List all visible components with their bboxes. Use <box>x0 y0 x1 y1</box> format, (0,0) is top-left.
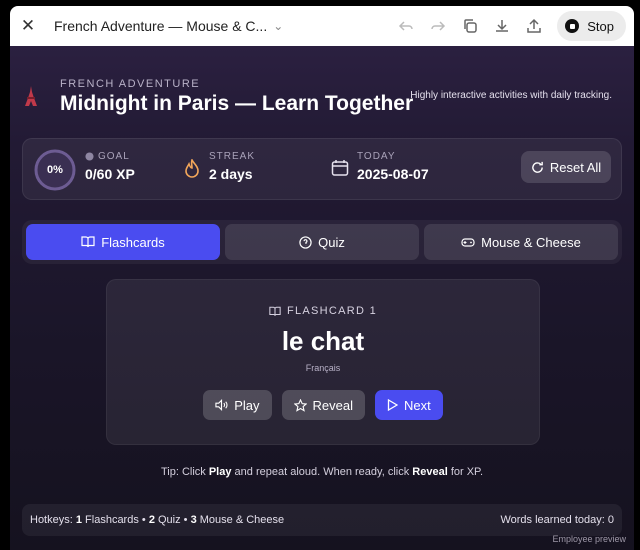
share-icon[interactable] <box>525 17 543 35</box>
refresh-icon <box>531 161 544 174</box>
progress-ring: 0% <box>33 148 77 192</box>
window-title[interactable]: French Adventure — Mouse & C... <box>54 18 267 34</box>
today-stat: TODAY 2025-08-07 <box>357 151 429 182</box>
activity-tabs: Flashcards Quiz Mouse & Cheese <box>22 220 622 264</box>
goal-label: GOAL <box>98 151 130 162</box>
app-container: FRENCH ADVENTURE Midnight in Paris — Lea… <box>10 46 634 550</box>
book-icon <box>269 306 281 317</box>
reveal-label: Reveal <box>312 397 354 413</box>
eiffel-tower-icon <box>25 86 37 106</box>
tab-label: Mouse & Cheese <box>481 234 581 250</box>
hotkeys-label: Hotkeys: <box>30 514 76 526</box>
speaker-icon <box>215 399 228 411</box>
words-learned: Words learned today: 0 <box>500 514 614 526</box>
progress-percent: 0% <box>47 164 63 176</box>
toolbar-tools: Stop <box>397 11 626 41</box>
streak-value: 2 days <box>209 166 253 182</box>
goal-stat: GOAL 0/60 XP <box>85 151 135 182</box>
tab-quiz[interactable]: Quiz <box>225 224 419 260</box>
streak-stat: STREAK 2 days <box>209 151 255 182</box>
play-triangle-icon <box>387 399 399 411</box>
copy-icon[interactable] <box>461 17 479 35</box>
calendar-icon <box>331 159 351 179</box>
tab-mouse-cheese[interactable]: Mouse & Cheese <box>424 224 618 260</box>
hero-kicker: FRENCH ADVENTURE <box>60 78 201 90</box>
play-label: Play <box>234 397 260 413</box>
flashcard-header: FLASHCARD 1 <box>107 305 539 317</box>
flashcard: FLASHCARD 1 le chat Français Play Reveal <box>106 279 540 445</box>
hero-tagline: Highly interactive activities with daily… <box>410 90 612 101</box>
stats-panel: 0% GOAL 0/60 XP STREAK 2 days TODAY 2025… <box>22 138 622 200</box>
window-toolbar: ✕ French Adventure — Mouse & C... ⌄ Stop <box>10 6 634 46</box>
tab-label: Flashcards <box>101 234 165 250</box>
page-title: Midnight in Paris — Learn Together <box>60 92 414 115</box>
today-label: TODAY <box>357 151 396 162</box>
goal-value: 0/60 XP <box>85 166 135 182</box>
stop-button[interactable]: Stop <box>557 11 626 41</box>
target-icon <box>85 152 94 161</box>
tip-suffix: for XP. <box>447 466 484 478</box>
flame-icon <box>183 159 203 179</box>
stop-label: Stop <box>587 18 614 34</box>
tip-prefix: Tip: Click <box>160 466 209 478</box>
play-button[interactable]: Play <box>203 390 272 420</box>
tip-text: Tip: Click Play and repeat aloud. When r… <box>10 466 634 478</box>
hotkey-3-text: Mouse & Cheese <box>196 514 285 526</box>
undo-icon[interactable] <box>397 17 415 35</box>
reveal-button[interactable]: Reveal <box>281 390 366 420</box>
flashcard-language: Français <box>305 363 341 373</box>
hero-header: FRENCH ADVENTURE Midnight in Paris — Lea… <box>22 74 622 124</box>
hotkeys-hint: Hotkeys: 1 Flashcards • 2 Quiz • 3 Mouse… <box>30 514 284 526</box>
tip-play: Play <box>208 466 232 478</box>
next-button[interactable]: Next <box>375 390 443 420</box>
download-icon[interactable] <box>493 17 511 35</box>
today-value: 2025-08-07 <box>357 166 429 182</box>
close-icon[interactable]: ✕ <box>10 16 46 36</box>
flashcard-word: le chat <box>281 326 365 356</box>
redo-icon[interactable] <box>429 17 447 35</box>
quiz-icon <box>299 235 312 249</box>
flashcard-number: FLASHCARD 1 <box>286 305 378 317</box>
tip-middle: and repeat aloud. When ready, click <box>231 466 413 478</box>
hotkey-1-text: Flashcards • <box>81 514 149 526</box>
gamepad-icon <box>461 237 475 248</box>
hotkey-2-text: Quiz • <box>154 514 191 526</box>
footer-bar: Hotkeys: 1 Flashcards • 2 Quiz • 3 Mouse… <box>22 504 622 536</box>
tab-label: Quiz <box>318 234 345 250</box>
book-icon <box>81 236 95 248</box>
stop-icon <box>565 19 580 33</box>
star-icon <box>293 398 307 412</box>
chevron-down-icon[interactable]: ⌄ <box>273 19 283 33</box>
next-label: Next <box>404 397 431 413</box>
reset-all-label: Reset All <box>549 159 602 175</box>
tip-reveal: Reveal <box>412 466 448 478</box>
employee-preview-watermark: Employee preview <box>552 534 626 544</box>
streak-label: STREAK <box>209 151 256 162</box>
flashcard-actions: Play Reveal Next <box>107 390 539 420</box>
reset-all-button[interactable]: Reset All <box>521 151 611 183</box>
tab-flashcards[interactable]: Flashcards <box>26 224 220 260</box>
